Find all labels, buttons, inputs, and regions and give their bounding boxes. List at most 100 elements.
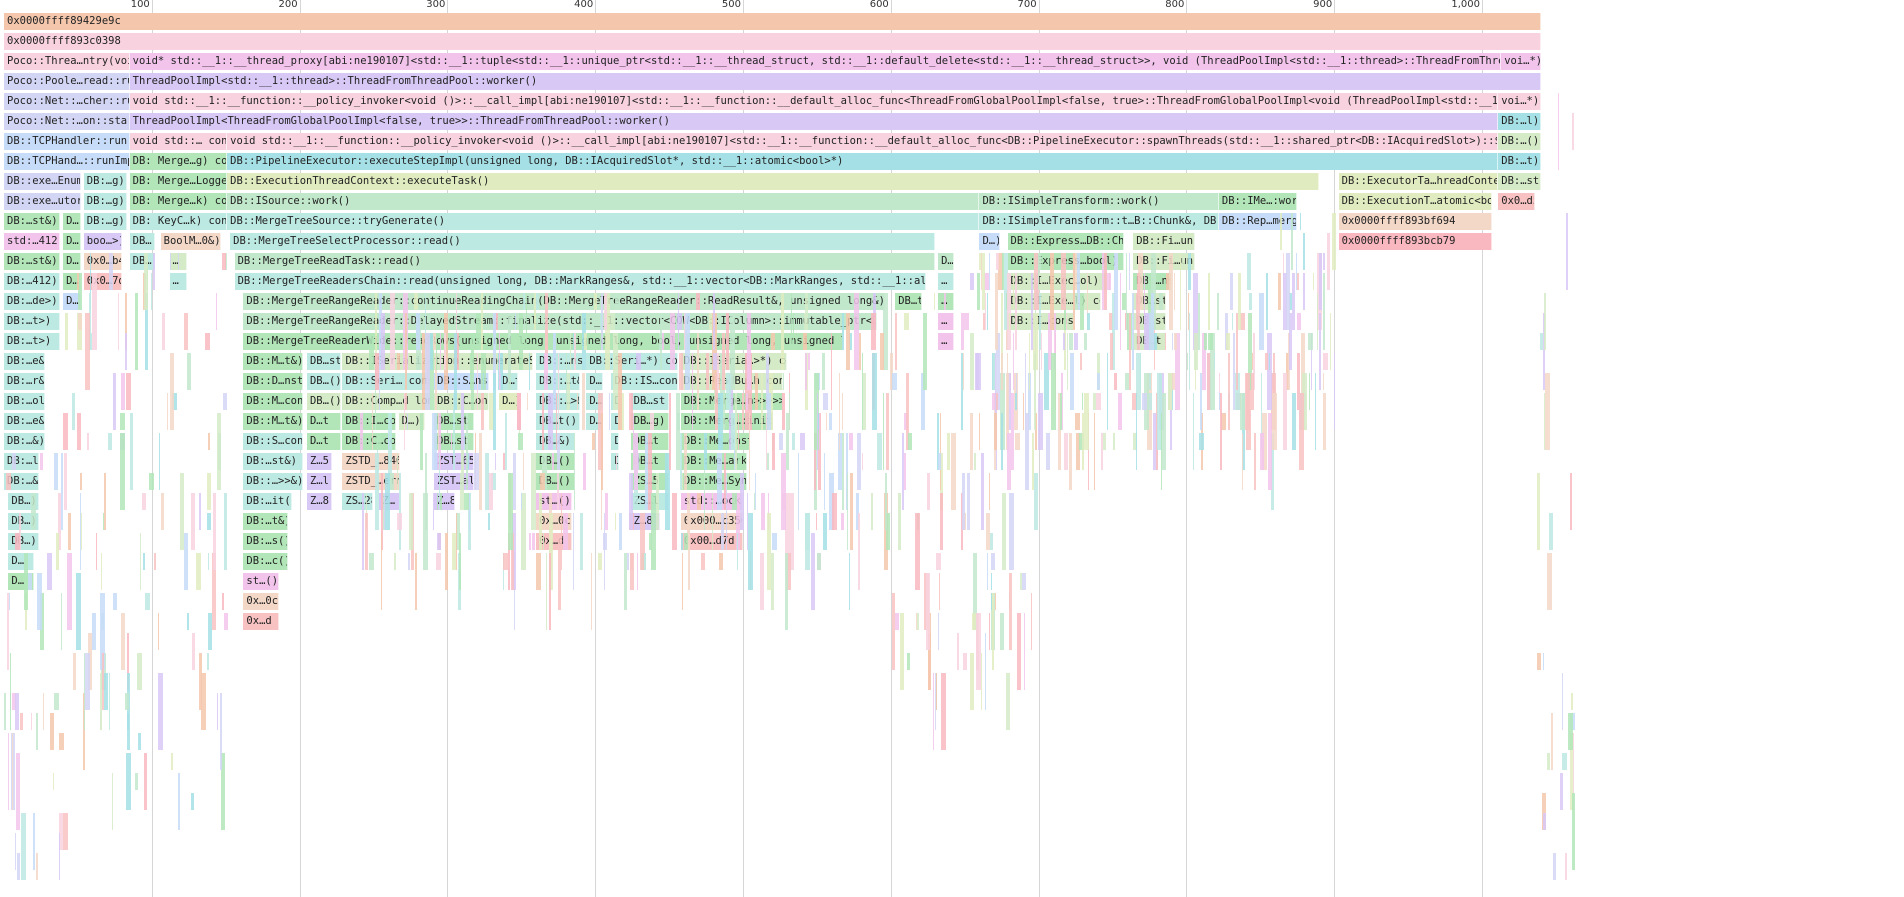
stack-frame-sliver[interactable]: [1323, 373, 1325, 390]
stack-frame-sliver[interactable]: [927, 473, 931, 510]
stack-frame-sliver[interactable]: [1330, 313, 1332, 370]
stack-frame-sliver[interactable]: [62, 813, 68, 850]
stack-frame-sliver[interactable]: [1009, 493, 1015, 570]
stack-frame-sliver[interactable]: [198, 653, 202, 710]
stack-frame-sliver[interactable]: [125, 693, 130, 710]
stack-frame-sliver[interactable]: [1546, 753, 1550, 770]
stack-frame-sliver[interactable]: [522, 293, 525, 310]
stack-frame-sliver[interactable]: [1549, 513, 1554, 550]
stack-frame-sliver[interactable]: [108, 433, 113, 450]
stack-frame[interactable]: DB:…412): [4, 273, 61, 290]
stack-frame-sliver[interactable]: [748, 513, 754, 590]
stack-frame[interactable]: 0x…0c: [243, 593, 279, 610]
stack-frame-sliver[interactable]: [1069, 353, 1074, 410]
stack-frame-sliver[interactable]: [389, 293, 395, 370]
stack-frame-sliver[interactable]: [55, 533, 59, 570]
stack-frame-sliver[interactable]: [934, 293, 936, 310]
stack-frame[interactable]: DB:…l): [4, 453, 40, 470]
stack-frame-sliver[interactable]: [12, 453, 17, 470]
stack-frame-sliver[interactable]: [766, 513, 771, 590]
stack-frame-sliver[interactable]: [717, 453, 723, 510]
stack-frame-sliver[interactable]: [1259, 433, 1264, 470]
stack-frame-sliver[interactable]: [408, 493, 413, 550]
stack-frame-sliver[interactable]: [551, 453, 554, 470]
stack-frame-sliver[interactable]: [1141, 393, 1147, 410]
stack-frame-sliver[interactable]: [800, 433, 806, 450]
stack-frame-sliver[interactable]: [1561, 673, 1563, 730]
stack-frame-sliver[interactable]: [1271, 393, 1274, 450]
stack-frame-sliver[interactable]: [1194, 333, 1199, 370]
stack-frame-sliver[interactable]: [539, 473, 545, 490]
stack-frame-sliver[interactable]: [512, 453, 516, 510]
stack-frame-sliver[interactable]: [679, 433, 682, 490]
stack-frame-sliver[interactable]: [1153, 333, 1158, 350]
stack-frame-sliver[interactable]: [897, 493, 901, 550]
stack-frame-sliver[interactable]: [11, 733, 13, 810]
stack-frame-sliver[interactable]: [1125, 253, 1127, 330]
stack-frame-sliver[interactable]: [527, 393, 529, 410]
stack-frame-sliver[interactable]: [1062, 333, 1065, 350]
stack-frame-sliver[interactable]: [858, 513, 861, 590]
stack-frame-sliver[interactable]: [745, 393, 748, 410]
stack-frame-sliver[interactable]: [982, 253, 986, 310]
stack-frame-sliver[interactable]: [372, 393, 374, 450]
stack-frame-sliver[interactable]: [823, 453, 825, 510]
stack-frame-sliver[interactable]: [142, 553, 145, 570]
stack-frame-sliver[interactable]: [1143, 313, 1149, 350]
stack-frame-sliver[interactable]: [186, 613, 189, 630]
stack-frame[interactable]: DB::Comp…d long): [342, 393, 432, 410]
stack-frame[interactable]: 0x0…d5: [1498, 193, 1536, 210]
stack-frame-sliver[interactable]: [811, 533, 816, 610]
stack-frame[interactable]: DB…st: [306, 353, 341, 370]
stack-frame[interactable]: DB::M…const: [243, 393, 303, 410]
stack-frame-sliver[interactable]: [425, 333, 431, 410]
stack-frame-sliver[interactable]: [205, 333, 211, 350]
stack-frame-sliver[interactable]: [368, 553, 374, 570]
stack-frame-sliver[interactable]: [1308, 373, 1310, 410]
stack-frame-sliver[interactable]: [790, 293, 792, 350]
stack-frame-sliver[interactable]: [1571, 693, 1574, 710]
stack-frame-sliver[interactable]: [974, 453, 977, 470]
stack-frame-sliver[interactable]: [1265, 353, 1269, 370]
stack-frame-sliver[interactable]: [839, 373, 841, 450]
stack-frame-sliver[interactable]: [711, 493, 713, 550]
stack-frame-sliver[interactable]: [408, 553, 411, 570]
stack-frame-sliver[interactable]: [1006, 673, 1011, 730]
stack-frame-sliver[interactable]: [67, 513, 71, 550]
stack-frame-sliver[interactable]: [892, 373, 898, 390]
stack-frame-sliver[interactable]: [629, 393, 634, 430]
stack-frame-sliver[interactable]: [39, 453, 43, 470]
stack-frame-sliver[interactable]: [650, 493, 656, 570]
stack-frame-sliver[interactable]: [222, 253, 227, 270]
stack-frame-sliver[interactable]: [223, 393, 228, 410]
stack-frame-sliver[interactable]: [1164, 333, 1166, 350]
stack-frame-sliver[interactable]: [734, 393, 737, 470]
stack-frame[interactable]: DB::MergeTreeSource::tryGenerate(): [227, 213, 980, 230]
stack-frame-sliver[interactable]: [766, 393, 771, 430]
stack-frame[interactable]: …: [938, 313, 955, 330]
stack-frame-sliver[interactable]: [207, 433, 210, 450]
stack-frame-sliver[interactable]: [579, 513, 583, 570]
stack-frame-sliver[interactable]: [126, 373, 132, 410]
stack-frame-sliver[interactable]: [995, 253, 999, 270]
stack-frame[interactable]: …: [938, 293, 955, 310]
stack-frame-sliver[interactable]: [120, 373, 125, 410]
stack-frame-sliver[interactable]: [191, 633, 195, 670]
stack-frame-sliver[interactable]: [845, 313, 850, 370]
stack-frame-sliver[interactable]: [58, 833, 60, 880]
stack-frame-sliver[interactable]: [989, 613, 991, 650]
stack-frame-sliver[interactable]: [612, 333, 618, 410]
stack-frame[interactable]: Z…l: [306, 473, 333, 490]
stack-frame-sliver[interactable]: [80, 473, 83, 490]
stack-frame-sliver[interactable]: [95, 533, 97, 570]
stack-frame-sliver[interactable]: [1173, 273, 1175, 310]
stack-frame-sliver[interactable]: [562, 513, 568, 550]
stack-frame-sliver[interactable]: [831, 493, 837, 530]
stack-frame-sliver[interactable]: [216, 293, 218, 330]
stack-frame[interactable]: DB::D…nst&): [243, 373, 303, 390]
stack-frame[interactable]: DB::M…t&)>): [243, 353, 303, 370]
stack-frame-sliver[interactable]: [1220, 393, 1223, 470]
stack-frame-sliver[interactable]: [1074, 413, 1080, 430]
stack-frame-sliver[interactable]: [721, 513, 725, 550]
stack-frame-sliver[interactable]: [637, 553, 639, 590]
